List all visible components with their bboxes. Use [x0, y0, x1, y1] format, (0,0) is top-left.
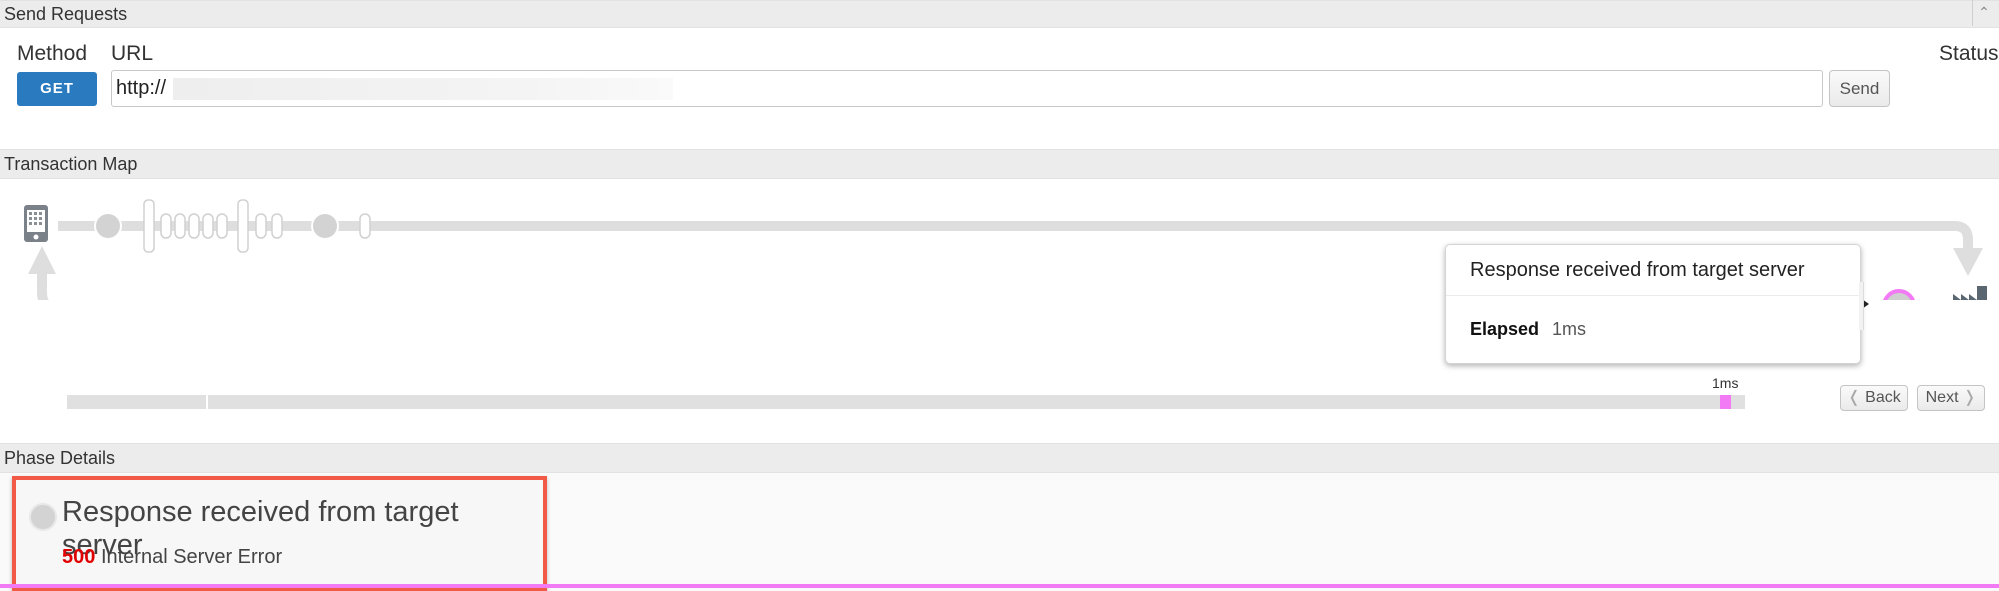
- tooltip-elapsed-label: Elapsed: [1470, 319, 1540, 339]
- selected-response-node: [1883, 289, 1915, 300]
- timeline-track[interactable]: [67, 395, 1745, 409]
- flow-policy-node: [237, 199, 249, 253]
- flow-policy-node: [202, 213, 214, 239]
- transaction-map-title: Transaction Map: [4, 154, 138, 174]
- tooltip-edge: [1859, 282, 1864, 330]
- flow-policy-node: [271, 213, 283, 239]
- phase-status-line: 500 Internal Server Error: [62, 546, 282, 569]
- back-button[interactable]: ❬ Back: [1840, 385, 1908, 411]
- method-label: Method: [17, 42, 88, 65]
- send-button[interactable]: Send: [1829, 70, 1890, 107]
- next-button[interactable]: Next ❭: [1917, 385, 1985, 411]
- flow-policy-node: [188, 213, 200, 239]
- method-get-button[interactable]: GET: [17, 72, 97, 106]
- timeline-marker[interactable]: [1720, 395, 1731, 409]
- request-track-turn: [1954, 221, 1973, 248]
- url-redacted-region: [173, 78, 673, 100]
- timeline-divider: [206, 395, 208, 409]
- flow-policy-node: [255, 213, 267, 239]
- tooltip-elapsed-value: 1ms: [1552, 319, 1587, 339]
- phase-detail-card: Response received from target server 500…: [12, 476, 547, 591]
- target-arrow-icon: [1953, 248, 1983, 276]
- phase-details-title: Phase Details: [4, 448, 116, 468]
- chevron-left-icon: ❬: [1847, 389, 1861, 406]
- flow-policy-node: [160, 213, 172, 239]
- client-arrow-icon: [28, 246, 56, 274]
- flow-node: [311, 212, 339, 240]
- tooltip-divider: [1446, 295, 1860, 296]
- timeline-elapsed-label: 1ms: [1712, 375, 1739, 391]
- phase-status-dot-icon: [29, 503, 57, 531]
- flow-policy-node: [143, 199, 155, 253]
- phase-status-text: Internal Server Error: [100, 546, 283, 568]
- flow-policy-node: [174, 213, 186, 239]
- url-field-wrap: [111, 70, 1823, 107]
- client-phone-icon: [24, 205, 48, 242]
- transaction-map-header: Transaction Map: [0, 149, 1999, 179]
- flow-policy-node: [216, 213, 228, 239]
- phase-highlight-line: [0, 584, 1999, 588]
- tooltip-body: Elapsed 1ms: [1470, 319, 1586, 340]
- send-requests-header: Send Requests: [0, 0, 1999, 28]
- send-requests-title: Send Requests: [4, 4, 128, 24]
- tooltip-title: Response received from target server: [1470, 259, 1805, 281]
- collapse-icon[interactable]: ⌃: [1972, 0, 1995, 26]
- flow-policy-node: [359, 213, 371, 239]
- target-server-icon: [1953, 286, 1987, 300]
- phase-details-header: Phase Details: [0, 443, 1999, 473]
- url-label: URL: [111, 42, 154, 65]
- phase-tooltip: Response received from target server Ela…: [1445, 244, 1861, 364]
- flow-node: [94, 212, 122, 240]
- back-button-label: Back: [1865, 389, 1901, 406]
- chevron-right-icon: ❭: [1962, 389, 1977, 406]
- status-label: Status: [1939, 42, 1999, 65]
- phase-status-code: 500: [62, 546, 96, 568]
- next-button-label: Next: [1925, 389, 1959, 406]
